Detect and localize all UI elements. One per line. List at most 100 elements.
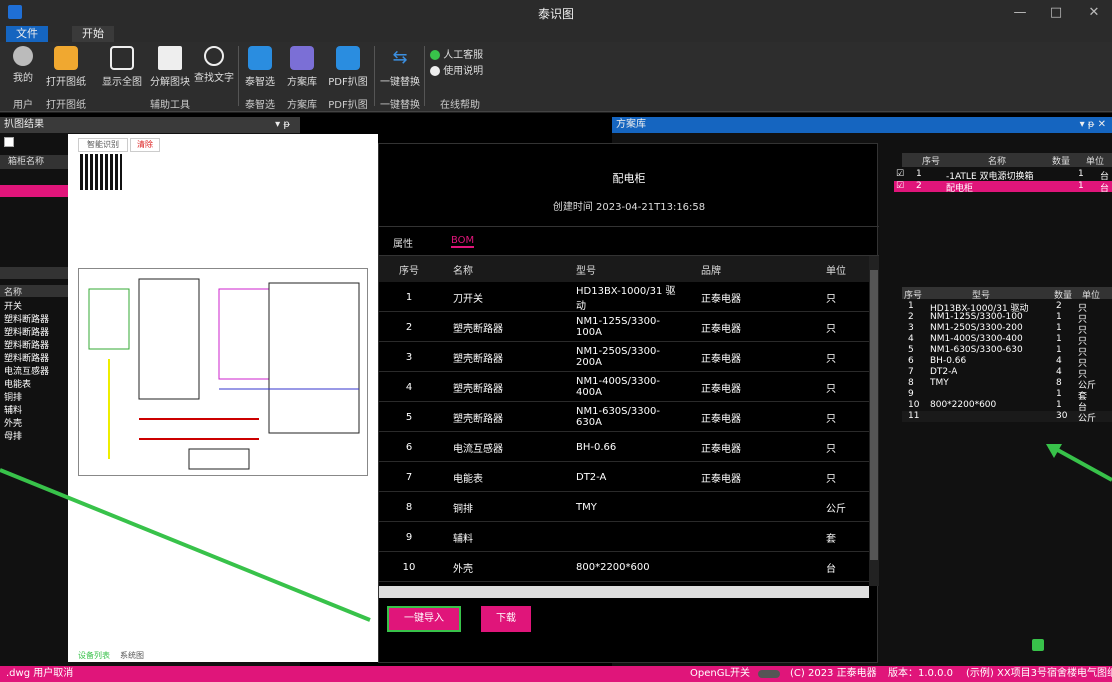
pin-icon[interactable]: ▾ ᵽ: [275, 117, 290, 133]
table-row[interactable]: 6 电流互感器 BH-0.66 正泰电器 只: [379, 432, 869, 462]
help-icon: [430, 66, 440, 76]
robot-icon: [248, 46, 272, 70]
tab-file[interactable]: 文件: [6, 26, 48, 42]
cell-model: DT2-A: [930, 367, 958, 377]
opengl-label: OpenGL开关: [690, 668, 751, 679]
group-library: 方案库: [287, 100, 317, 111]
open-drawing-button[interactable]: 打开图纸: [42, 44, 90, 90]
list-item[interactable]: 铜排: [0, 390, 70, 403]
cell-unit: 只: [826, 293, 836, 305]
dialog-tabs: 属性 BOM: [379, 226, 879, 256]
table-row[interactable]: 6 BH-0.66 4 只: [902, 356, 1112, 369]
cell-brand: [689, 492, 809, 522]
import-button[interactable]: 一键导入: [387, 606, 461, 632]
list-item[interactable]: 开关: [0, 299, 70, 312]
cell-brand: [689, 552, 809, 582]
tab-properties[interactable]: 属性: [393, 235, 413, 250]
export-excel-icon[interactable]: [1032, 639, 1044, 651]
cell-no: 11: [908, 411, 920, 421]
table-row[interactable]: 3 塑壳断路器 NM1-250S/3300-200A 正泰电器 只: [379, 342, 869, 372]
tab-bom[interactable]: BOM: [451, 235, 475, 248]
table-row[interactable]: 8 铜排 TMY 公斤: [379, 492, 869, 522]
guide-arrow-right: [1046, 444, 1112, 482]
list-item[interactable]: 塑料断路器: [0, 312, 70, 325]
smart-recognize-tab[interactable]: 智能识别: [78, 138, 128, 152]
table-row[interactable]: ☑ 2 配电柜 1 台: [894, 181, 1112, 194]
cell-model: TMY: [930, 378, 949, 388]
table-row[interactable]: 5 塑壳断路器 NM1-630S/3300-630A 正泰电器 只: [379, 402, 869, 432]
cell-brand: 正泰电器: [701, 443, 741, 455]
cell-no: 4: [405, 381, 413, 393]
one-click-replace-button[interactable]: ⇆ 一键替换: [378, 44, 422, 90]
column-header: 序号: [922, 157, 941, 167]
column-header: 单位: [1086, 157, 1105, 167]
table-row[interactable]: 7 电能表 DT2-A 正泰电器 只: [379, 462, 869, 492]
download-button[interactable]: 下载: [481, 606, 531, 632]
table-row[interactable]: 7 DT2-A 4 只: [902, 367, 1112, 380]
list-item[interactable]: 辅料: [0, 403, 70, 416]
cell-no: 2: [916, 181, 922, 191]
cell-qty: 1: [1056, 334, 1062, 344]
table-row[interactable]: 3 NM1-250S/3300-200 1 只: [902, 323, 1112, 336]
cell-no: 3: [908, 323, 914, 333]
manual-link[interactable]: 使用说明: [430, 62, 483, 77]
clear-tab[interactable]: 清除: [130, 138, 160, 152]
table-row[interactable]: 1 刀开关 HD13BX-1000/31 驱动 正泰电器 只: [379, 282, 869, 312]
cell-unit: 台: [1100, 184, 1110, 194]
cell-qty: 1: [1078, 169, 1084, 179]
table-row[interactable]: 11 30 公斤: [902, 411, 1112, 424]
list-item[interactable]: 电流互感器: [0, 364, 70, 377]
cell-no: 7: [405, 471, 413, 483]
cell-name: 塑壳断路器: [453, 383, 503, 395]
table-row[interactable]: 5 NM1-630S/3300-630 1 只: [902, 345, 1112, 358]
find-text-label: 查找文字: [194, 73, 234, 84]
column-header: 数量: [1052, 157, 1071, 167]
cell-no: 10: [908, 400, 920, 410]
minimize-button[interactable]: —: [1000, 0, 1040, 26]
manual-label: 使用说明: [443, 66, 484, 77]
cell-model: NM1-125S/3300-100A: [576, 316, 660, 338]
table-row[interactable]: 91套: [902, 389, 1112, 402]
left-scroll[interactable]: [0, 267, 70, 279]
table-row[interactable]: 1 HD13BX-1000/31 驱动 2 只: [902, 301, 1112, 314]
row-checkbox[interactable]: ☑: [896, 169, 904, 179]
cell-name: 配电柜: [946, 184, 974, 194]
cell-qty: 1: [1056, 312, 1062, 322]
tab-start[interactable]: 开始: [72, 26, 114, 42]
explode-block-button[interactable]: 分解图块: [146, 44, 194, 90]
maximize-button[interactable]: □: [1036, 0, 1076, 26]
panel-controls-icon[interactable]: ▾ ᵽ ✕: [1080, 117, 1106, 133]
my-button[interactable]: 我的: [8, 44, 38, 90]
table-row[interactable]: 8 TMY 8 公斤: [902, 378, 1112, 391]
opengl-toggle[interactable]: [758, 670, 780, 678]
table-row[interactable]: 9 辅料 套: [379, 522, 869, 552]
select-all-checkbox[interactable]: [4, 137, 14, 147]
table-row[interactable]: 4 NM1-400S/3300-400 1 只: [902, 334, 1112, 347]
customer-service-link[interactable]: 人工客服: [430, 46, 483, 61]
table-row[interactable]: 10 外壳 800*2200*600 台: [379, 552, 869, 582]
pdf-extract-button[interactable]: PDF扒图: [326, 44, 370, 90]
list-item[interactable]: 电能表: [0, 377, 70, 390]
device-list-tab[interactable]: 设备列表: [78, 650, 110, 661]
row-checkbox[interactable]: ☑: [896, 181, 904, 191]
find-text-button[interactable]: 查找文字: [190, 44, 238, 90]
tai-zhi-xuan-button[interactable]: 泰智选: [240, 44, 280, 90]
table-row[interactable]: 10 800*2200*600 1 台: [902, 400, 1112, 413]
horizontal-scrollbar[interactable]: [379, 586, 869, 598]
list-item[interactable]: 塑料断路器: [0, 351, 70, 364]
table-row[interactable]: 2 塑壳断路器 NM1-125S/3300-100A 正泰电器 只: [379, 312, 869, 342]
barcode-thumbnail: [80, 154, 122, 190]
table-row[interactable]: ☑ 1 -1ATLE 双电源切换箱 1 台: [894, 169, 1112, 182]
fit-view-button[interactable]: 显示全图: [98, 44, 146, 90]
close-button[interactable]: ✕: [1074, 0, 1112, 26]
solution-library-button[interactable]: 方案库: [282, 44, 322, 90]
list-item[interactable]: 塑料断路器: [0, 325, 70, 338]
table-row[interactable]: 4 塑壳断路器 NM1-400S/3300-400A 正泰电器 只: [379, 372, 869, 402]
table-row[interactable]: 2 NM1-125S/3300-100 1 只: [902, 312, 1112, 325]
list-item[interactable]: 塑料断路器: [0, 338, 70, 351]
title-bar: 泰识图 — □ ✕: [0, 0, 1112, 26]
cell-name: 铜排: [453, 503, 473, 515]
vertical-scrollbar[interactable]: [869, 256, 879, 586]
list-item[interactable]: 外壳: [0, 416, 70, 429]
system-diagram-tab[interactable]: 系统图: [120, 650, 144, 661]
